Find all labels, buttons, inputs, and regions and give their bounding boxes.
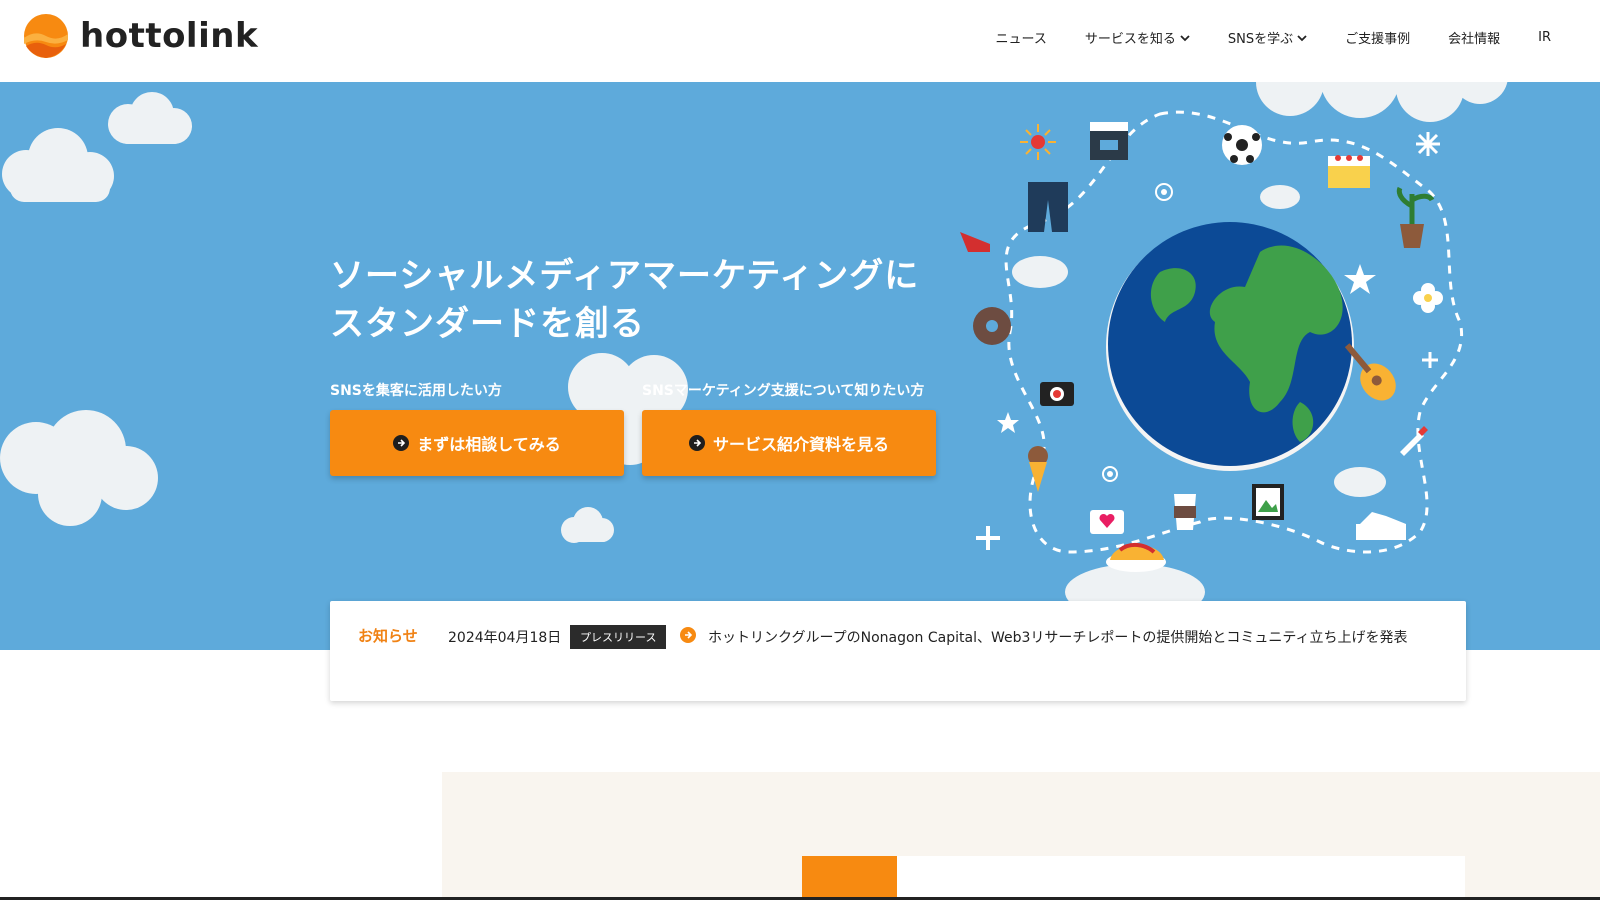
cloud-decoration — [108, 92, 192, 144]
news-label: お知らせ — [358, 627, 418, 645]
button-label: まずは相談してみる — [417, 435, 561, 454]
nav-item-company[interactable]: 会社情報 — [1429, 24, 1519, 51]
nav-label: SNSを学ぶ — [1227, 32, 1294, 47]
logo-text: hottolink — [80, 16, 259, 56]
cta-caption-materials: SNSマーケティング支援について知りたい方 — [642, 383, 925, 399]
chevron-down-icon — [1297, 34, 1307, 41]
cloud-decoration — [561, 507, 614, 543]
cloud-decoration — [2, 128, 114, 202]
download-materials-button[interactable]: サービス紹介資料を見る — [642, 410, 936, 476]
nav-label: ニュース — [995, 32, 1047, 47]
hottolink-logo-icon — [24, 14, 68, 58]
button-label: サービス紹介資料を見る — [712, 435, 889, 454]
section-card — [897, 856, 1465, 900]
nav-label: サービスを知る — [1084, 32, 1176, 47]
nav-item-cases[interactable]: ご支援事例 — [1326, 24, 1429, 51]
arrow-right-icon — [680, 627, 696, 643]
globe-illustration — [960, 110, 1464, 620]
arrow-right-icon — [688, 435, 705, 451]
nav-label: 会社情報 — [1448, 32, 1501, 47]
headline-line: スタンダードを創る — [330, 304, 645, 344]
chevron-down-icon — [1180, 34, 1190, 41]
headline-line: ソーシャルメディアマーケティングに — [330, 256, 920, 296]
nav-item-learn-sns[interactable]: SNSを学ぶ — [1209, 24, 1326, 51]
site-header: hottolink ニュース サービスを知る SNSを学ぶ ご支援事例 会社情報… — [0, 0, 1600, 82]
nav-item-services[interactable]: サービスを知る — [1066, 24, 1209, 51]
cta-caption-consult: SNSを集客に活用したい方 — [330, 383, 502, 399]
nav-item-news[interactable]: ニュース — [976, 24, 1065, 51]
nav-label: IR — [1538, 30, 1551, 45]
section-accent-block — [802, 856, 897, 900]
logo[interactable]: hottolink — [24, 14, 258, 58]
arrow-right-icon — [393, 435, 410, 451]
nav-item-ir[interactable]: IR — [1519, 24, 1570, 51]
hero-headline: ソーシャルメディアマーケティングに スタンダードを創る — [330, 252, 919, 348]
consult-button[interactable]: まずは相談してみる — [330, 410, 624, 476]
news-category-badge: プレスリリース — [570, 625, 667, 649]
cloud-decoration — [0, 410, 158, 526]
main-nav: ニュース サービスを知る SNSを学ぶ ご支援事例 会社情報 IR — [976, 24, 1570, 51]
news-date: 2024年04月18日 — [448, 630, 562, 646]
hero-section: ソーシャルメディアマーケティングに スタンダードを創る SNSを集客に活用したい… — [0, 82, 1600, 650]
news-ticker[interactable]: お知らせ 2024年04月18日 プレスリリース ホットリンクグループのNona… — [330, 601, 1466, 701]
news-headline-link[interactable]: ホットリンクグループのNonagon Capital、Web3リサーチレポートの… — [708, 625, 1428, 652]
nav-label: ご支援事例 — [1345, 32, 1411, 47]
